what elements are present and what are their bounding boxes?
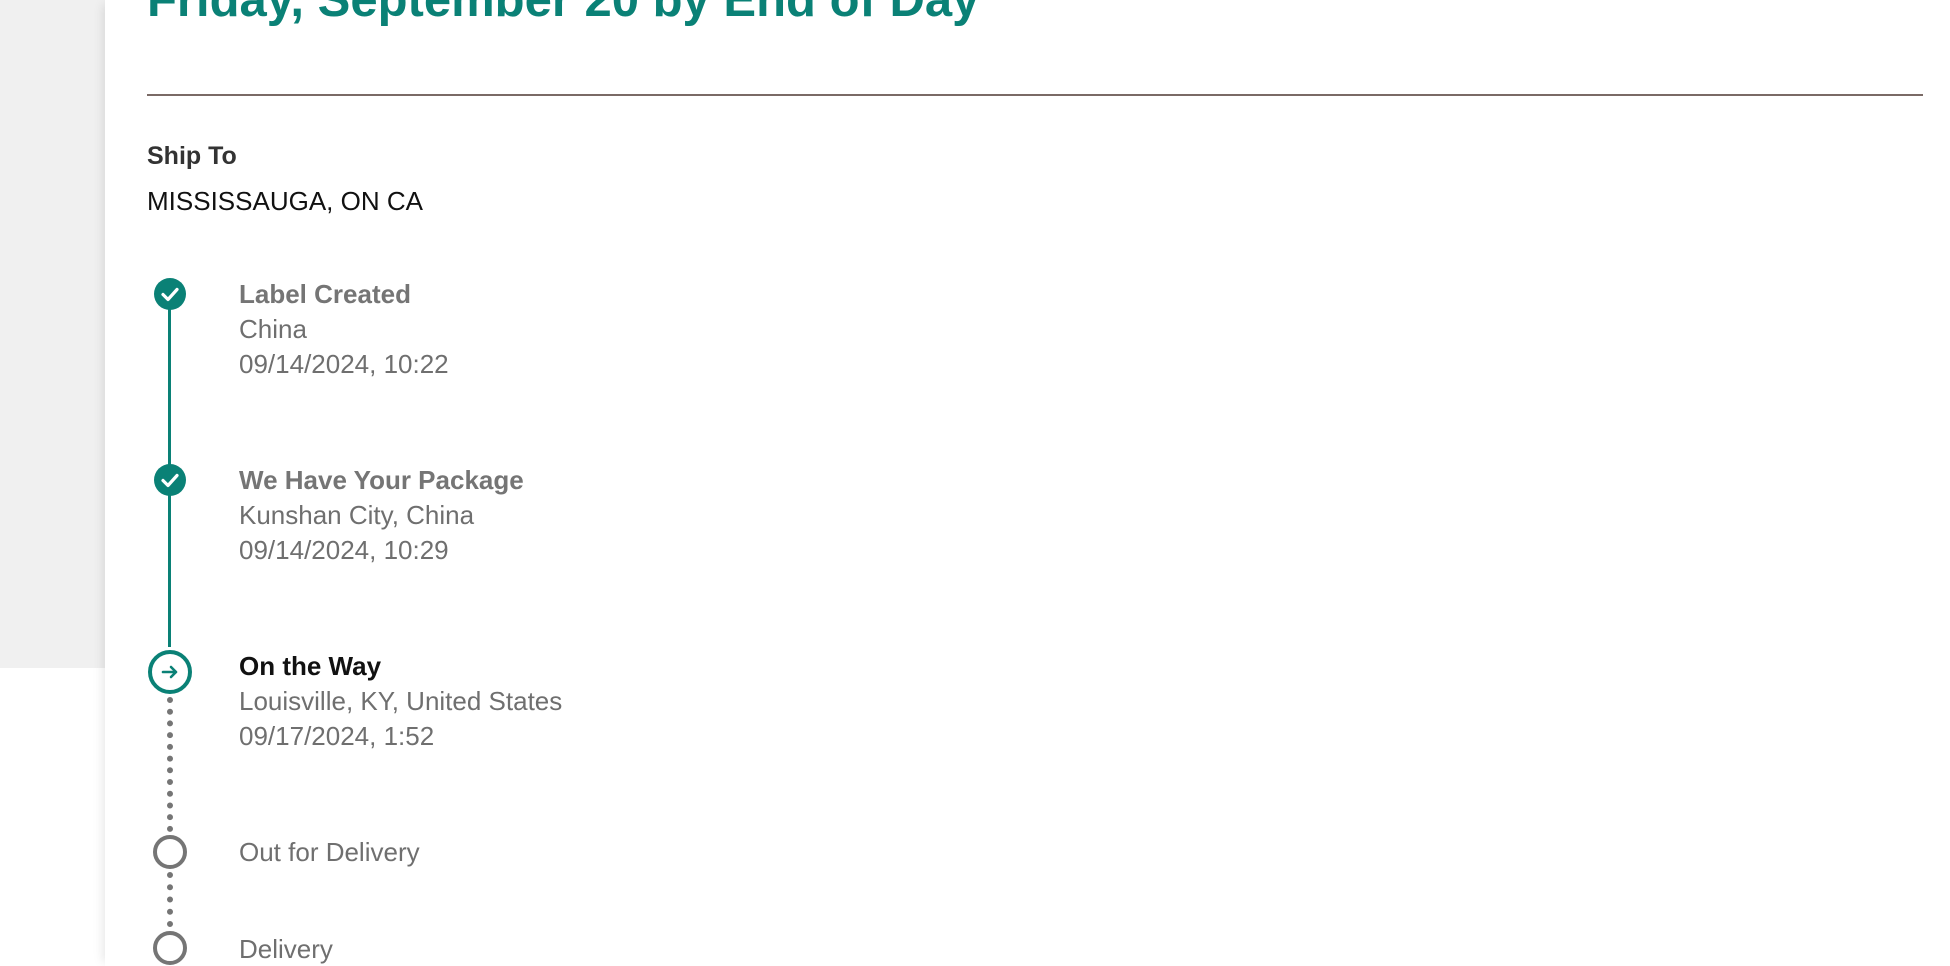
timeline-event-package-received: We Have Your Package Kunshan City, China… bbox=[239, 463, 524, 568]
timeline-connector-complete bbox=[168, 479, 171, 647]
empty-circle-icon bbox=[153, 835, 187, 869]
timeline-connector-complete bbox=[168, 293, 171, 477]
event-status: We Have Your Package bbox=[239, 465, 524, 495]
check-icon bbox=[154, 278, 186, 310]
delivery-estimate-heading: Friday, September 20 by End of Day bbox=[147, 0, 980, 27]
event-datetime: 09/14/2024, 10:22 bbox=[239, 349, 449, 379]
empty-circle-icon bbox=[153, 931, 187, 965]
timeline-connector-pending bbox=[167, 697, 173, 832]
ship-to-label: Ship To bbox=[147, 142, 237, 170]
divider bbox=[147, 94, 1923, 96]
event-datetime: 09/17/2024, 1:52 bbox=[239, 721, 435, 751]
event-status: On the Way bbox=[239, 651, 382, 681]
timeline-event-on-the-way: On the Way Louisville, KY, United States… bbox=[239, 649, 562, 754]
timeline-event-delivery: Delivery bbox=[239, 934, 333, 964]
timeline-event-label-created: Label Created China 09/14/2024, 10:22 bbox=[239, 277, 449, 382]
event-status: Label Created bbox=[239, 279, 411, 309]
tracking-page: Friday, September 20 by End of Day Ship … bbox=[0, 0, 1950, 966]
arrow-right-icon bbox=[148, 650, 192, 694]
timeline-event-out-for-delivery: Out for Delivery bbox=[239, 837, 420, 867]
event-location: China bbox=[239, 314, 307, 344]
timeline-connector-pending bbox=[167, 872, 173, 927]
event-location: Louisville, KY, United States bbox=[239, 686, 563, 716]
event-location: Kunshan City, China bbox=[239, 500, 475, 530]
event-datetime: 09/14/2024, 10:29 bbox=[239, 535, 449, 565]
left-panel-background bbox=[0, 0, 105, 668]
check-icon bbox=[154, 464, 186, 496]
ship-to-address: MISSISSAUGA, ON CA bbox=[147, 186, 423, 216]
